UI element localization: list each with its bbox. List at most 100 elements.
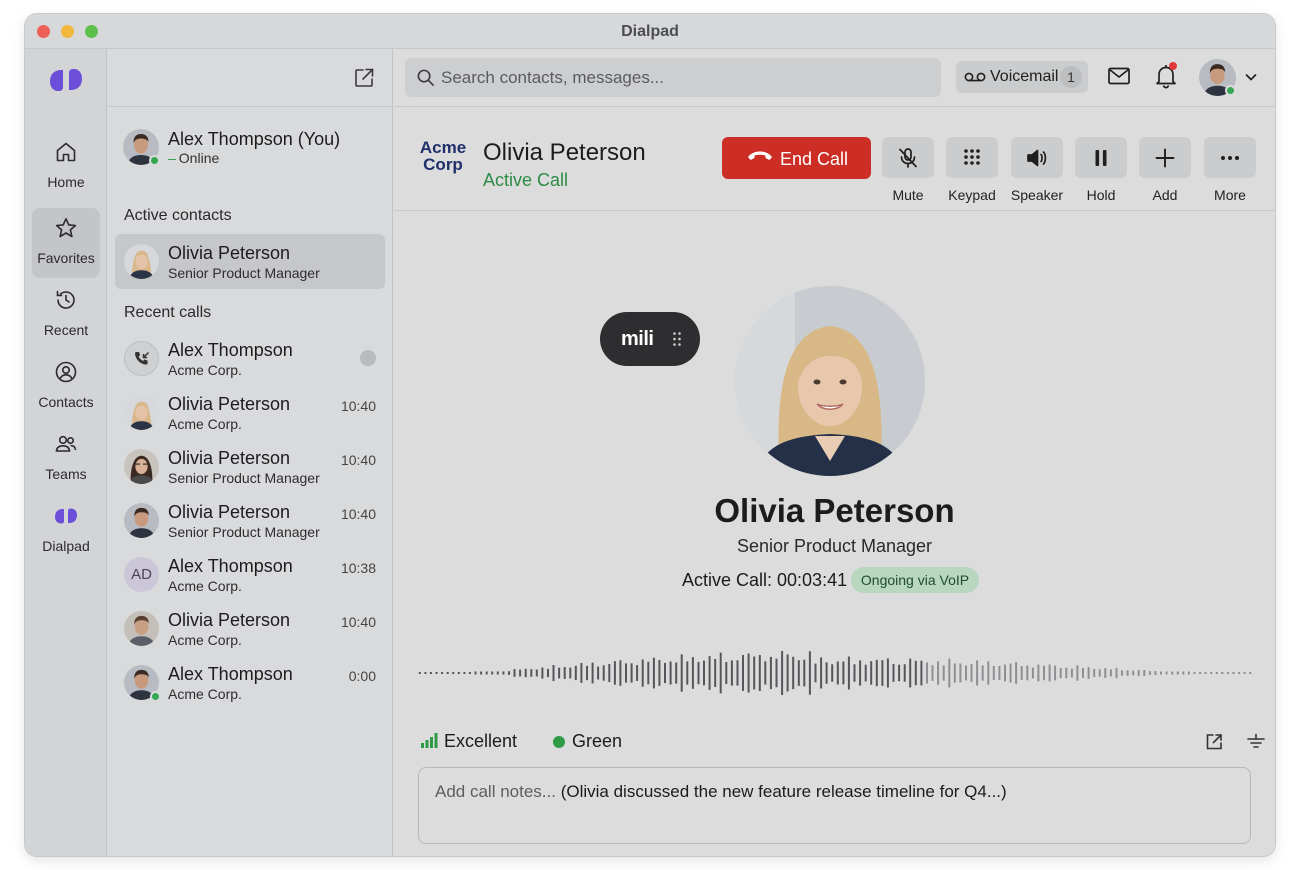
pane-header	[107, 49, 393, 107]
recent-call-item[interactable]: Olivia Peterson Senior Product Manager 1…	[115, 498, 385, 548]
caller-name: Olivia Peterson	[483, 139, 646, 166]
waveform-bar	[1026, 665, 1029, 681]
nav-home[interactable]: Home	[32, 132, 100, 202]
waveform-bar	[530, 669, 533, 677]
waveform-bar	[574, 665, 577, 681]
waveform-bar	[931, 665, 934, 681]
waveform-bar	[1015, 662, 1018, 684]
dialpad-logo-icon[interactable]	[48, 67, 84, 93]
nav-dialpad[interactable]: Dialpad	[32, 496, 100, 566]
recent-call-item[interactable]: Alex Thompson Acme Corp.	[115, 336, 385, 386]
nav-favorites[interactable]: Favorites	[32, 208, 100, 278]
keypad-control[interactable]: Keypad	[940, 137, 1004, 207]
popout-icon[interactable]	[1204, 732, 1224, 752]
waveform-bar	[1031, 667, 1034, 679]
waveform-bar	[870, 661, 873, 685]
waveform-bar	[1226, 672, 1229, 674]
recent-call-item[interactable]: Olivia Peterson Senior Product Manager 1…	[115, 444, 385, 494]
end-call-label: End Call	[780, 149, 849, 169]
waveform-bar	[1249, 672, 1252, 674]
active-contacts-heading: Active contacts	[124, 207, 232, 224]
window-title: Dialpad	[621, 23, 679, 40]
hold-button[interactable]	[1075, 137, 1127, 178]
mail-icon[interactable]	[1107, 66, 1131, 86]
recent-call-item[interactable]: AD Alex Thompson Acme Corp. 10:38	[115, 552, 385, 602]
waveform-bar	[976, 660, 979, 686]
compose-icon[interactable]	[353, 67, 375, 89]
nav-teams[interactable]: Teams	[32, 424, 100, 494]
speaker-button[interactable]	[1011, 137, 1063, 178]
waveform-bar	[435, 672, 438, 674]
call-time: 0:00	[348, 668, 376, 684]
waveform-bar	[1221, 672, 1224, 674]
mute-control[interactable]: Mute	[876, 137, 940, 207]
call-notes-field[interactable]: Add call notes... (Olivia discussed the …	[418, 767, 1251, 844]
recent-call-item[interactable]: Olivia Peterson Acme Corp. 10:40	[115, 390, 385, 440]
active-contact-item[interactable]: Olivia Peterson Senior Product Manager	[115, 234, 385, 289]
waveform-bar	[1238, 672, 1241, 674]
waveform-bar	[697, 661, 700, 685]
voicemail-button[interactable]: Voicemail 1	[956, 61, 1088, 93]
waveform-bar	[1132, 670, 1135, 676]
filter-icon[interactable]	[1246, 732, 1266, 752]
waveform-bar	[875, 659, 878, 687]
waveform-bar	[1137, 670, 1140, 676]
waveform-bar	[1148, 671, 1151, 675]
quality-color-label: Green	[572, 731, 623, 751]
waveform-bar	[831, 664, 834, 682]
avatar	[124, 611, 159, 646]
current-user[interactable]: Alex Thompson (You) – Online	[123, 127, 385, 167]
keypad-button[interactable]	[946, 137, 998, 178]
waveform-bar	[775, 658, 778, 688]
contact-name: Olivia Peterson	[168, 610, 291, 630]
online-status-dot	[149, 155, 160, 166]
chevron-down-icon[interactable]	[1245, 72, 1257, 82]
waveform-bar	[898, 664, 901, 682]
assistant-widget[interactable]: mili	[600, 312, 700, 366]
mute-button[interactable]	[882, 137, 934, 178]
star-icon	[55, 218, 77, 238]
waveform-bar	[769, 656, 772, 690]
status-dash: –	[168, 150, 176, 166]
title-bar: Dialpad	[25, 14, 1275, 49]
more-control[interactable]: More	[1198, 137, 1262, 207]
main-area: Voicemail 1 Acme Corp Olivia Peterson Ac…	[394, 49, 1275, 856]
drag-handle-icon[interactable]	[672, 331, 682, 347]
waveform-bar	[625, 663, 627, 683]
recent-call-item[interactable]: Olivia Peterson Acme Corp. 10:40	[115, 606, 385, 656]
waveform-bar	[758, 655, 761, 691]
add-button[interactable]	[1139, 137, 1191, 178]
pause-icon	[1095, 150, 1107, 166]
contact-subtitle: Acme Corp.	[168, 416, 242, 432]
recent-calls-heading: Recent calls	[124, 304, 212, 321]
waveform-bar	[1215, 672, 1218, 674]
waveform-bar	[669, 661, 672, 685]
waveform-bar	[1143, 670, 1146, 676]
hold-control[interactable]: Hold	[1069, 137, 1133, 207]
waveform-bar	[1009, 663, 1012, 683]
search-box[interactable]	[405, 58, 941, 97]
waveform-bar	[491, 671, 494, 675]
end-call-button[interactable]: End Call	[722, 137, 871, 179]
waveform-bar	[714, 659, 717, 687]
add-control[interactable]: Add	[1133, 137, 1197, 207]
waveform-bar	[1182, 671, 1185, 675]
current-user-name: Alex Thompson (You)	[168, 129, 341, 149]
waveform-bar	[1093, 669, 1096, 677]
call-stage: mili Olivia Peterson Senior Product Mana…	[394, 211, 1275, 856]
waveform-bar	[1165, 671, 1168, 675]
speaker-control[interactable]: Speaker	[1005, 137, 1069, 207]
nav-contacts[interactable]: Contacts	[32, 352, 100, 422]
waveform-bar	[847, 656, 850, 690]
company-logo-line: Acme	[419, 138, 467, 157]
contact-name: Alex Thompson	[168, 340, 293, 360]
nav-recent[interactable]: Recent	[32, 280, 100, 350]
waveform-bar	[652, 657, 655, 689]
waveform-bar	[591, 662, 594, 684]
recent-call-item[interactable]: Alex Thompson Acme Corp. 0:00	[115, 660, 385, 710]
more-button[interactable]	[1204, 137, 1256, 178]
avatar	[124, 449, 159, 484]
search-input[interactable]	[441, 58, 931, 97]
company-logo-line: Corp	[423, 155, 463, 174]
quality-status-dot	[553, 736, 565, 748]
